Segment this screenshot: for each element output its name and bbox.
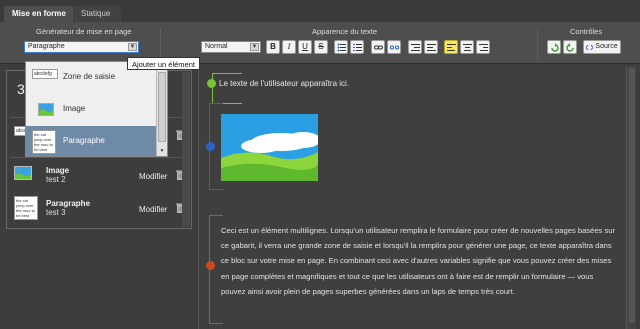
row-subtitle: test 2 [46,175,66,184]
indent-icon [427,44,436,51]
red-guide-line [209,323,223,324]
layout-generator-select[interactable]: Paragraphe ▼ [24,41,139,53]
unordered-list-button[interactable] [334,40,348,54]
image-thumbnail [38,103,54,116]
scrollbar[interactable] [182,72,190,227]
indent-button[interactable] [424,40,438,54]
red-element-marker[interactable] [206,261,215,270]
list-item[interactable]: the cat jump over the moo to be best Par… [10,191,186,231]
divider [160,28,161,60]
green-guide-line [212,73,213,103]
undo-button[interactable] [547,40,561,54]
paragraph-thumbnail-text: the cat jump over the moo to be best [16,198,35,218]
image-thumbnail [14,166,32,180]
align-right-button[interactable] [476,40,490,54]
paragraph-thumbnail: the cat jump over the moo to be best [32,130,56,154]
row-subtitle: test 3 [46,208,66,217]
dropdown-option-label: Image [63,104,86,113]
modify-link[interactable]: Modifier [139,172,167,181]
align-left-icon [447,44,456,51]
align-center-icon [463,44,472,51]
underline-button[interactable]: U [298,40,312,54]
blue-element-marker[interactable] [206,142,215,151]
align-left-button[interactable] [444,40,458,54]
align-right-icon [479,44,488,51]
layout-generator-value: Paragraphe [28,43,65,50]
ordered-list-button[interactable] [350,40,364,54]
scrollbar-thumb[interactable] [158,72,166,142]
source-button[interactable]: Source [583,40,621,54]
chevron-down-icon[interactable]: ▼ [250,43,259,51]
dropdown-option-paragraphe[interactable]: the cat jump over the moo to be best Par… [26,126,157,156]
unlink-icon [390,45,399,50]
text-style-value: Normal [205,43,228,50]
canvas-scrollbar[interactable] [626,66,636,329]
code-icon [586,44,593,51]
tab-statique[interactable]: Statique [73,6,121,22]
align-center-button[interactable] [460,40,474,54]
chevron-down-icon[interactable]: ▼ [128,43,137,51]
undo-icon [551,43,559,52]
tab-mise-en-forme[interactable]: Mise en forme [4,6,74,22]
paragraph-preview-text: Ceci est un élément multilignes. Lorsqu'… [221,226,615,296]
redo-icon [566,43,574,52]
scrollbar-thumb[interactable] [629,68,635,323]
blue-guide-line [209,103,223,104]
dropdown-option-label: Zone de saisie [63,72,116,81]
scroll-down-icon[interactable]: ▼ [158,147,166,155]
bullet-list-icon [337,43,346,52]
blue-guide-line [209,189,223,190]
image-icon [15,167,31,179]
image-icon [39,104,53,115]
image-preview[interactable] [221,114,318,181]
input-thumbnail-text: abcdefg [34,71,52,77]
modify-link[interactable]: Modifier [139,205,167,214]
italic-button[interactable]: I [282,40,296,54]
red-guide-line [209,215,223,216]
element-count: 3 [17,81,25,97]
numbered-list-icon [353,44,362,51]
redo-button[interactable] [563,40,577,54]
dropdown-option-label: Paragraphe [63,136,105,145]
text-appearance-section-label: Apparence du texte [312,27,378,36]
strikethrough-button[interactable]: S [314,40,328,54]
generator-section-label: Générateur de mise en page [36,27,132,36]
controls-section-label: Contrôles [570,27,603,36]
layout-generator-dropdown: abcdefg Zone de saisie Image the cat jum… [25,61,168,157]
green-guide-line [212,73,242,74]
link-icon [374,45,383,50]
toolbar: Générateur de mise en page Paragraphe ▼ … [0,22,640,64]
row-title: Image [46,166,70,175]
source-label: Source [595,43,618,50]
link-button[interactable] [371,40,385,54]
paragraph-thumbnail-text: the cat jump over the moo to be best [34,132,53,152]
dropdown-scrollbar[interactable]: ▲ ▼ [156,62,167,156]
bold-button[interactable]: B [266,40,280,54]
row-title: Paragraphe [46,199,91,208]
unlink-button[interactable] [387,40,401,54]
paragraph-thumbnail: the cat jump over the moo to be best [14,196,38,220]
green-element-marker[interactable] [207,79,216,88]
add-element-tooltip: Ajouter un élément [127,57,200,70]
input-thumbnail: abcdefg [32,69,58,79]
input-preview-text: Le texte de l'utilisateur apparaîtra ici… [219,79,350,88]
divider [537,28,538,60]
outdent-icon [411,44,420,51]
dropdown-option-image[interactable]: Image [26,94,157,126]
outdent-button[interactable] [408,40,422,54]
text-style-select[interactable]: Normal ▼ [201,41,261,53]
tab-bar: Mise en forme Statique [0,0,640,22]
